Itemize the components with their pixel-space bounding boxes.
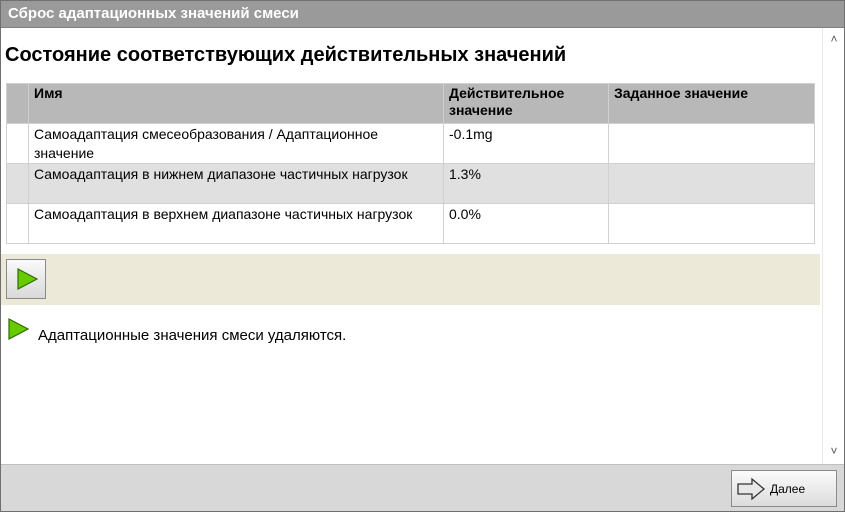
row-selector[interactable] [6,163,29,204]
cell-target-value [608,123,815,164]
footer-bar: Далее [0,464,845,512]
header-actual-value: Действительное значение [443,83,609,124]
table-row[interactable]: Самоадаптация смесеобразования / Адаптац… [6,123,815,164]
cell-target-value [608,203,815,244]
page-title: Состояние соответствующих действительных… [5,44,567,66]
start-button[interactable] [6,259,46,299]
status-play-icon [8,318,30,340]
row-selector[interactable] [6,123,29,164]
cell-actual-value: -0.1mg [443,123,609,164]
values-table: Имя Действительное значение Заданное зна… [6,83,815,244]
cell-name: Самоадаптация смесеобразования / Адаптац… [28,123,444,164]
main-content: Состояние соответствующих действительных… [0,28,822,464]
cell-target-value [608,163,815,204]
next-button-label: Далее [770,482,806,496]
vertical-scrollbar[interactable]: ˄ ˅ [822,28,845,464]
cell-actual-value: 0.0% [443,203,609,244]
table-row[interactable]: Самоадаптация в верхнем диапазоне частич… [6,203,815,244]
table-row[interactable]: Самоадаптация в нижнем диапазоне частичн… [6,163,815,204]
scroll-up-icon[interactable]: ˄ [823,30,845,48]
header-name: Имя [28,83,444,124]
cell-name: Самоадаптация в верхнем диапазоне частич… [28,203,444,244]
header-target-value: Заданное значение [608,83,815,124]
status-message: Адаптационные значения смеси удаляются. [38,327,347,344]
play-icon [17,268,38,290]
action-toolbar [0,254,820,305]
window-title: Сброс адаптационных значений смеси [8,5,299,22]
row-selector[interactable] [6,203,29,244]
table-header-row: Имя Действительное значение Заданное зна… [6,83,815,124]
next-button[interactable]: Далее [731,470,837,507]
header-selector [6,83,29,124]
cell-actual-value: 1.3% [443,163,609,204]
window-titlebar: Сброс адаптационных значений смеси [0,0,845,28]
scroll-down-icon[interactable]: ˅ [823,442,845,460]
cell-name: Самоадаптация в нижнем диапазоне частичн… [28,163,444,204]
arrow-right-icon [737,477,766,501]
